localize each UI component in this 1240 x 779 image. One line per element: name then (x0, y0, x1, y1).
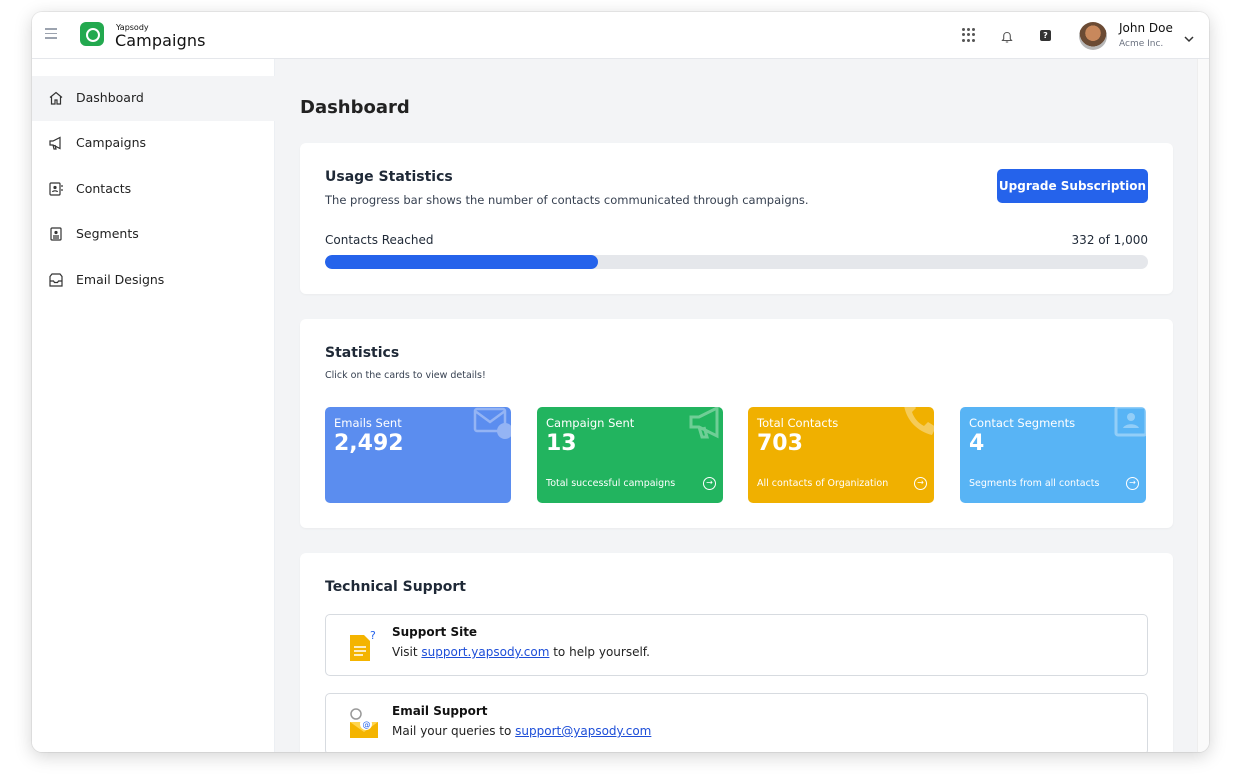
arrow-right-circle-icon[interactable]: → (1126, 477, 1139, 490)
avatar[interactable] (1079, 22, 1107, 50)
stat-footer: All contacts of Organization (757, 478, 889, 489)
contacts-progress-bar (325, 255, 1148, 269)
email-support-row: @ Email Support Mail your queries to sup… (325, 693, 1148, 752)
statistics-title: Statistics (325, 345, 400, 361)
scrollbar[interactable] (1197, 59, 1209, 752)
contact-card-icon (1114, 407, 1146, 437)
sidebar-item-campaigns[interactable]: Campaigns (32, 121, 275, 166)
app-window: Yapsody Campaigns ? John Doe Acme Inc. D… (32, 12, 1209, 752)
sidebar-item-email-designs[interactable]: Email Designs (32, 258, 275, 303)
stat-label: Contact Segments (969, 416, 1076, 430)
sidebar-item-label: Contacts (76, 181, 132, 196)
stat-label: Total Contacts (757, 416, 839, 430)
arrow-right-circle-icon[interactable]: → (914, 477, 927, 490)
email-check-icon (473, 407, 511, 439)
stat-value: 13 (546, 431, 577, 456)
brand-name: Campaigns (115, 31, 206, 50)
help-icon[interactable]: ? (1040, 30, 1051, 41)
upgrade-subscription-button[interactable]: Upgrade Subscription (997, 169, 1148, 203)
support-site-suffix: to help yourself. (549, 645, 650, 659)
stat-value: 2,492 (334, 431, 404, 456)
email-support-link[interactable]: support@yapsody.com (515, 724, 651, 738)
svg-text:?: ? (370, 629, 376, 642)
stat-card-campaign-sent[interactable]: Campaign Sent 13 Total successful campai… (537, 407, 723, 503)
email-support-prefix: Mail your queries to (392, 724, 516, 738)
top-header: Yapsody Campaigns ? John Doe Acme Inc. (32, 12, 1209, 59)
sidebar-item-segments[interactable]: Segments (32, 212, 275, 257)
stat-footer: Segments from all contacts (969, 478, 1100, 489)
support-site-text: Visit support.yapsody.com to help yourse… (392, 645, 650, 659)
megaphone-icon (49, 136, 61, 150)
arrow-right-circle-icon[interactable]: → (703, 477, 716, 490)
sidebar-item-label: Segments (76, 226, 139, 241)
stat-card-total-contacts[interactable]: Total Contacts 703 All contacts of Organ… (748, 407, 934, 503)
phone-icon (904, 407, 934, 435)
sidebar-item-contacts[interactable]: Contacts (32, 167, 275, 212)
megaphone-icon (689, 407, 719, 439)
sidebar-item-label: Email Designs (76, 272, 165, 287)
page-title: Dashboard (300, 97, 410, 118)
stat-label: Emails Sent (334, 416, 402, 430)
stat-value: 4 (969, 431, 985, 456)
progress-fill (325, 255, 599, 269)
support-site-title: Support Site (392, 625, 478, 639)
email-support-text: Mail your queries to support@yapsody.com (392, 724, 651, 738)
support-site-prefix: Visit (392, 645, 422, 659)
usage-description: The progress bar shows the number of con… (325, 193, 809, 207)
support-title: Technical Support (325, 579, 466, 595)
stat-card-emails-sent[interactable]: Emails Sent 2,492 (325, 407, 511, 503)
statistics-card: Statistics Click on the cards to view de… (300, 319, 1173, 528)
home-icon (49, 91, 63, 105)
email-gear-icon: @ (350, 708, 378, 738)
stat-label: Campaign Sent (546, 416, 635, 430)
technical-support-card: Technical Support ? Support Site Visit s… (300, 553, 1173, 752)
usage-title: Usage Statistics (325, 169, 453, 185)
app-logo-icon (80, 22, 104, 46)
stat-card-contact-segments[interactable]: Contact Segments 4 Segments from all con… (960, 407, 1146, 503)
statistics-subtitle: Click on the cards to view details! (325, 370, 486, 381)
main-content: Dashboard Usage Statistics The progress … (275, 59, 1209, 752)
user-name[interactable]: John Doe (1119, 21, 1173, 35)
sidebar-item-label: Campaigns (76, 135, 147, 150)
stat-value: 703 (757, 431, 803, 456)
support-site-row: ? Support Site Visit support.yapsody.com… (325, 614, 1148, 676)
chevron-down-icon[interactable] (1183, 29, 1195, 43)
svg-text:@: @ (363, 720, 371, 729)
bell-icon[interactable] (1001, 29, 1015, 43)
user-organization: Acme Inc. (1119, 39, 1164, 49)
sidebar-item-dashboard[interactable]: Dashboard (32, 76, 275, 121)
progress-label: Contacts Reached (325, 233, 434, 247)
progress-count: 332 of 1,000 (1071, 233, 1148, 247)
email-support-title: Email Support (392, 704, 488, 718)
usage-statistics-card: Usage Statistics The progress bar shows … (300, 143, 1173, 294)
sidebar-item-label: Dashboard (76, 90, 144, 105)
segment-card-icon (50, 227, 62, 241)
hamburger-menu-icon[interactable] (45, 28, 57, 39)
inbox-icon (49, 273, 63, 287)
contact-card-icon (49, 182, 63, 196)
apps-grid-icon[interactable] (962, 28, 976, 42)
sidebar: Dashboard Campaigns Contacts Segments Em… (32, 59, 275, 752)
document-question-icon: ? (350, 629, 376, 661)
support-site-link[interactable]: support.yapsody.com (421, 645, 549, 659)
stat-footer: Total successful campaigns (546, 478, 676, 489)
